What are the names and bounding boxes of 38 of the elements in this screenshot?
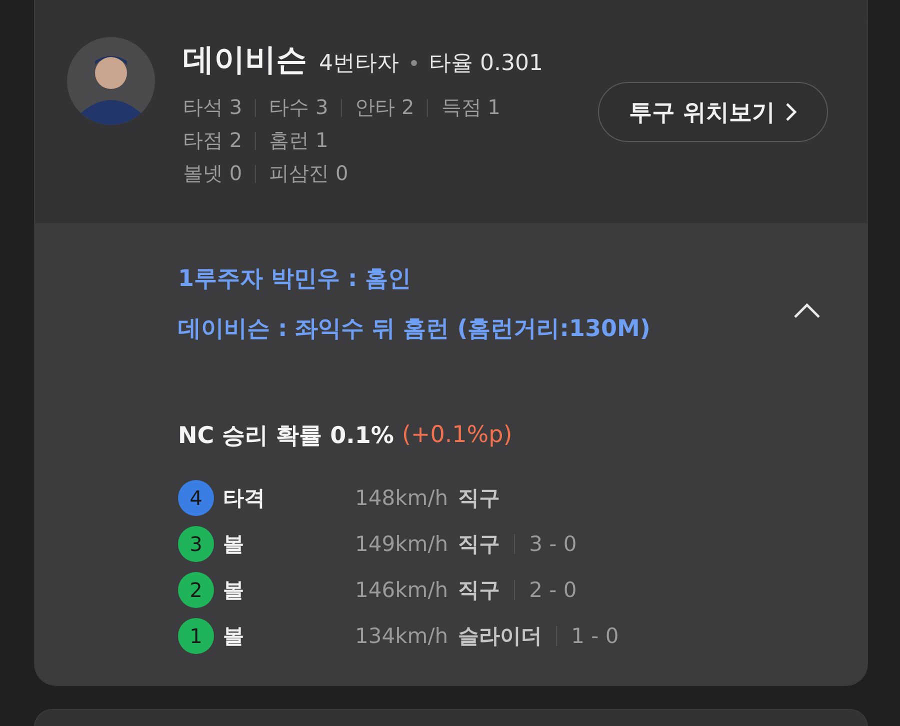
probability-change: (+0.1%p) xyxy=(402,422,512,448)
pitch-speed: 134km/h xyxy=(355,624,448,648)
batting-order: 4번타자 xyxy=(319,50,399,78)
ball-count: 2 - 0 xyxy=(529,578,577,602)
pitch-result: 볼 xyxy=(223,577,245,604)
play-event: 데이비슨 : 좌익수 뒤 홈런 (홈런거리:130M) xyxy=(178,314,650,344)
pitch-speed: 149km/h xyxy=(355,532,448,556)
pitch-type: 직구 xyxy=(458,531,500,558)
stat-item: 안타 2 xyxy=(355,94,414,121)
stat-item: 타수 3 xyxy=(269,94,328,121)
win-probability: NC 승리 확률 0.1% xyxy=(178,422,394,450)
pitch-speed: 148km/h xyxy=(355,486,448,510)
pitch-number: 1 xyxy=(178,618,214,654)
ball-count: 1 - 0 xyxy=(571,624,619,648)
play-event: 1루주자 박민우 : 홈인 xyxy=(178,264,412,294)
ball-count: 3 - 0 xyxy=(529,532,577,556)
player-name: 데이비슨 xyxy=(183,41,307,80)
stat-item: 피삼진 0 xyxy=(269,160,348,187)
stat-item: 득점 1 xyxy=(441,94,500,121)
stat-item: 볼넷 0 xyxy=(183,160,242,187)
pitch-number: 4 xyxy=(178,480,214,516)
pitch-type: 직구 xyxy=(458,577,500,604)
pitch-number: 2 xyxy=(178,572,214,608)
avatar-icon xyxy=(67,37,155,125)
stat-item: 홈런 1 xyxy=(269,127,328,154)
pitch-result: 볼 xyxy=(223,531,245,558)
stat-item: 타석 3 xyxy=(183,94,242,121)
pitch-result: 볼 xyxy=(223,623,245,650)
pitch-speed: 146km/h xyxy=(355,578,448,602)
batting-average: 타율 0.301 xyxy=(429,50,543,78)
pitch-type: 직구 xyxy=(458,485,500,512)
chevron-right-icon xyxy=(785,102,797,122)
pitch-result: 타격 xyxy=(223,485,266,512)
pitch-location-button[interactable]: 투구 위치보기 xyxy=(598,82,828,142)
collapse-icon[interactable] xyxy=(793,303,821,319)
pitch-type: 슬라이더 xyxy=(458,623,542,650)
pitch-number: 3 xyxy=(178,526,214,562)
stat-item: 타점 2 xyxy=(183,127,242,154)
